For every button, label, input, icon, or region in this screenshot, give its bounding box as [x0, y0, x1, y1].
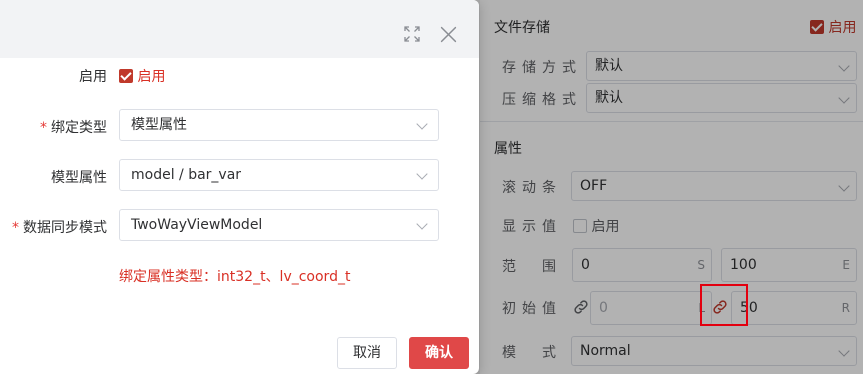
chevron-down-icon — [416, 118, 428, 130]
bind-type-value: 模型属性 — [131, 117, 187, 133]
confirm-button[interactable]: 确认 — [409, 337, 469, 369]
sync-mode-select[interactable]: TwoWayViewModel — [119, 209, 439, 241]
cancel-button[interactable]: 取消 — [337, 337, 397, 369]
model-attr-value: model / bar_var — [131, 167, 242, 183]
bind-type-label: * 绑定类型 — [40, 117, 107, 137]
required-mark: * — [12, 220, 19, 236]
fullscreen-icon[interactable] — [404, 26, 420, 46]
enable-checkbox[interactable] — [119, 69, 133, 83]
highlight-box — [700, 284, 748, 326]
close-icon[interactable] — [440, 26, 457, 47]
chevron-down-icon — [416, 218, 428, 230]
model-attr-label: 模型属性 — [51, 170, 107, 186]
enable-toggle[interactable]: 启用 — [119, 66, 165, 86]
sync-mode-label-text: 数据同步模式 — [23, 220, 107, 236]
enable-check-label: 启用 — [137, 69, 166, 85]
model-attr-select[interactable]: model / bar_var — [119, 159, 439, 191]
bind-type-hint: 绑定属性类型：int32_t、lv_coord_t — [119, 269, 351, 285]
sync-mode-value: TwoWayViewModel — [131, 217, 263, 233]
enable-label: 启用 — [79, 69, 107, 85]
bind-type-label-text: 绑定类型 — [51, 120, 107, 136]
required-mark: * — [40, 120, 47, 136]
sync-mode-label: * 数据同步模式 — [12, 217, 107, 237]
dialog-header — [0, 0, 479, 58]
chevron-down-icon — [416, 168, 428, 180]
bind-type-select[interactable]: 模型属性 — [119, 109, 439, 141]
binding-dialog: 启用 启用 * 绑定类型 模型属性 模型属性 model / bar_var * 数… — [0, 0, 479, 374]
